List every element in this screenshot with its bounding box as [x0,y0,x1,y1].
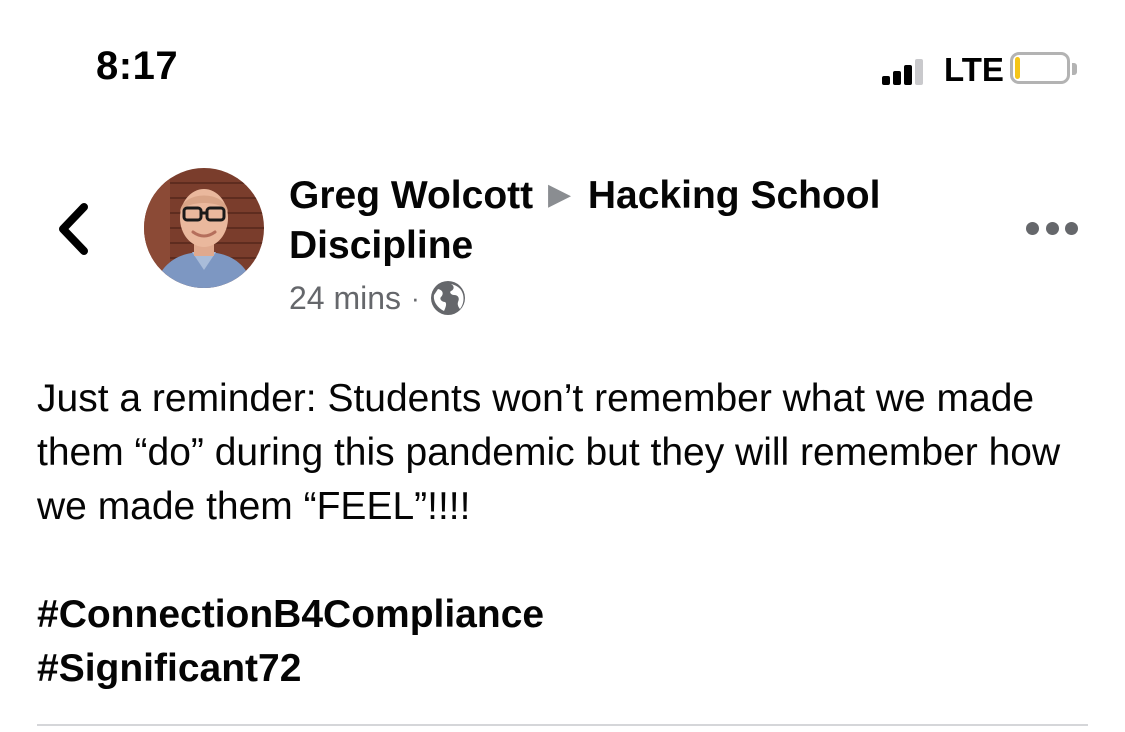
battery-icon [1010,52,1082,88]
chevron-left-icon [59,203,88,255]
post-text: Just a reminder: Students won’t remember… [37,377,1061,528]
hashtag-link[interactable]: #ConnectionB4Compliance [37,588,1087,642]
post-header: Greg Wolcott ▶ Hacking School Discipline… [289,170,979,321]
status-time: 8:17 [96,44,179,88]
status-bar: 8:17 LTE [0,0,1125,130]
divider [37,724,1088,726]
network-type: LTE [944,51,1004,88]
hashtag-link[interactable]: #Significant72 [37,642,1087,696]
post-title-line: Greg Wolcott ▶ Hacking School Discipline [289,170,979,271]
post-timestamp[interactable]: 24 mins [289,275,401,321]
more-dot [1065,221,1078,235]
author-name[interactable]: Greg Wolcott [289,174,533,217]
more-options-button[interactable] [1026,212,1078,244]
hashtag-list: #ConnectionB4Compliance #Significant72 [37,588,1087,696]
post-meta: 24 mins · [289,275,979,321]
more-dot [1045,221,1059,235]
globe-icon[interactable] [430,280,466,316]
back-button[interactable] [48,200,98,258]
triangle-right-icon: ▶ [547,178,572,211]
battery-level [1015,57,1020,79]
signal-strength-icon [882,57,934,85]
post-body: Just a reminder: Students won’t remember… [37,372,1087,696]
profile-photo [144,168,264,288]
more-dot [1026,221,1039,235]
author-avatar[interactable] [144,168,264,288]
meta-separator: · [411,283,420,313]
